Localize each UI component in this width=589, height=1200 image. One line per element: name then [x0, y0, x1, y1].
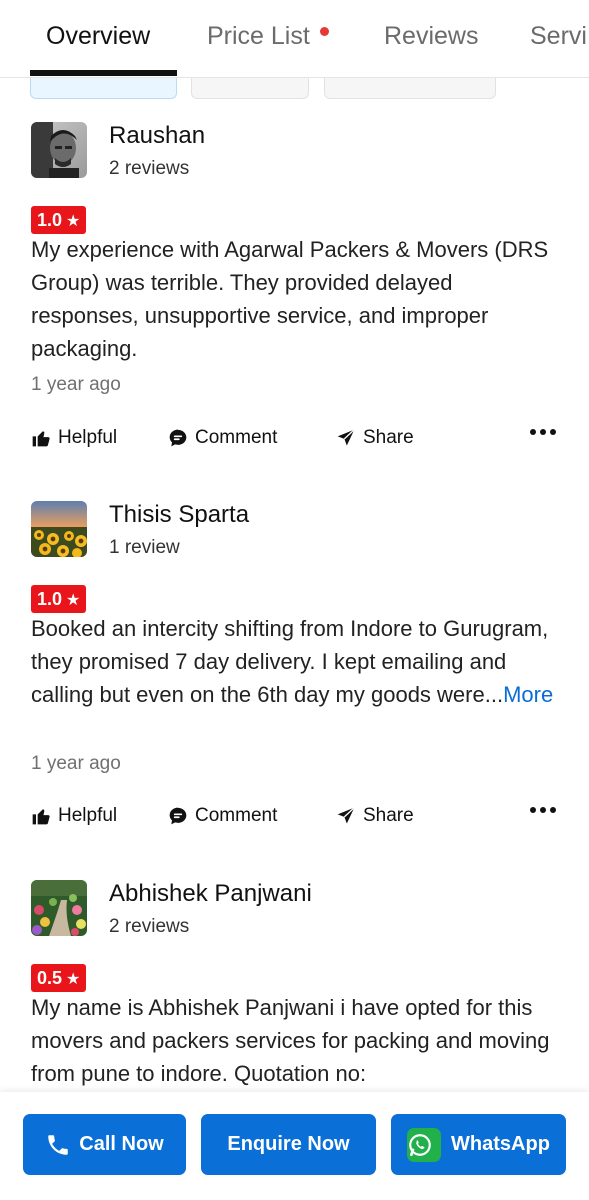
helpful-label: Helpful — [58, 427, 118, 448]
comment-button[interactable]: Comment — [168, 423, 277, 453]
share-icon — [337, 429, 355, 446]
reviewer-name[interactable]: Thisis Sparta — [109, 501, 249, 529]
filter-chip[interactable] — [191, 78, 309, 99]
review-actions: Helpful Comment Share — [31, 423, 561, 453]
rating-badge: 1.0 ★ — [31, 585, 87, 613]
comment-label: Comment — [195, 427, 278, 448]
comment-button[interactable]: Comment — [168, 801, 277, 831]
more-icon[interactable] — [530, 429, 556, 435]
review-text: My experience with Agarwal Packers & Mov… — [31, 233, 561, 365]
call-now-label: Call Now — [79, 1133, 164, 1155]
whatsapp-button[interactable]: WhatsApp — [391, 1114, 566, 1175]
review-time: 1 year ago — [31, 374, 121, 395]
active-tab-indicator — [30, 70, 177, 76]
star-icon: ★ — [66, 213, 81, 230]
tab-services[interactable]: Servi — [530, 22, 587, 51]
tab-price-list[interactable]: Price List — [207, 22, 329, 51]
rating-badge: 1.0 ★ — [31, 206, 87, 234]
whatsapp-icon — [407, 1127, 442, 1162]
reviewer-name[interactable]: Raushan — [109, 122, 205, 150]
rating-value: 0.5 — [37, 968, 63, 988]
tab-label: Price List — [207, 22, 310, 50]
review-actions: Helpful Comment Share — [31, 801, 561, 831]
notification-dot — [319, 27, 329, 36]
avatar[interactable] — [31, 501, 87, 557]
share-button[interactable]: Share — [336, 423, 414, 453]
star-icon: ★ — [66, 971, 81, 988]
review-body: Booked an intercity shifting from Indore… — [31, 616, 549, 707]
rating-badge: 0.5 ★ — [31, 964, 87, 992]
more-icon[interactable] — [530, 807, 556, 813]
share-icon — [337, 807, 355, 824]
call-now-button[interactable]: Call Now — [23, 1114, 186, 1175]
thumbs-up-icon — [32, 431, 50, 447]
comment-icon — [169, 807, 187, 825]
share-label: Share — [363, 805, 414, 826]
star-icon: ★ — [66, 592, 81, 609]
review-time: 1 year ago — [31, 753, 121, 774]
thumbs-up-icon — [32, 809, 50, 825]
review-body: My name is Abhishek Panjwani i have opte… — [31, 995, 550, 1086]
filter-chip[interactable] — [30, 78, 177, 99]
rating-value: 1.0 — [37, 210, 63, 230]
phone-icon — [48, 1134, 69, 1155]
enquire-now-button[interactable]: Enquire Now — [201, 1114, 376, 1175]
comment-icon — [169, 429, 187, 447]
bottom-action-bar: Call Now Enquire Now WhatsApp — [0, 1092, 589, 1200]
tab-label: Reviews — [384, 22, 479, 50]
share-button[interactable]: Share — [336, 801, 414, 831]
tab-bar: Overview Price List Reviews Servi — [0, 0, 589, 78]
review-count: 1 review — [109, 537, 180, 558]
enquire-now-label: Enquire Now — [227, 1133, 350, 1155]
tab-reviews[interactable]: Reviews — [384, 22, 478, 51]
helpful-label: Helpful — [58, 805, 118, 826]
helpful-button[interactable]: Helpful — [31, 423, 117, 453]
rating-value: 1.0 — [37, 589, 63, 609]
comment-label: Comment — [195, 805, 278, 826]
tab-label: Servi — [530, 22, 587, 50]
helpful-button[interactable]: Helpful — [31, 801, 117, 831]
review-card: Abhishek Panjwani 2 reviews 0.5 ★ My name… — [31, 880, 561, 1092]
more-link[interactable]: More — [503, 682, 553, 707]
review-count: 2 reviews — [109, 158, 190, 179]
filter-chip[interactable] — [324, 78, 496, 99]
review-text: Booked an intercity shifting from Indore… — [31, 612, 561, 711]
review-card: Thisis Sparta 1 review 1.0 ★ Booked an in… — [31, 501, 561, 846]
review-text: My name is Abhishek Panjwani i have opte… — [31, 991, 561, 1090]
avatar[interactable] — [31, 880, 87, 936]
review-card: Raushan 2 reviews 1.0 ★ My experience wit… — [31, 122, 561, 467]
avatar[interactable] — [31, 122, 87, 178]
whatsapp-label: WhatsApp — [451, 1133, 550, 1155]
review-count: 2 reviews — [109, 916, 190, 937]
tab-label: Overview — [46, 22, 151, 50]
tab-overview[interactable]: Overview — [46, 22, 150, 51]
share-label: Share — [363, 427, 414, 448]
reviewer-name[interactable]: Abhishek Panjwani — [109, 880, 312, 908]
review-body: My experience with Agarwal Packers & Mov… — [31, 237, 549, 361]
